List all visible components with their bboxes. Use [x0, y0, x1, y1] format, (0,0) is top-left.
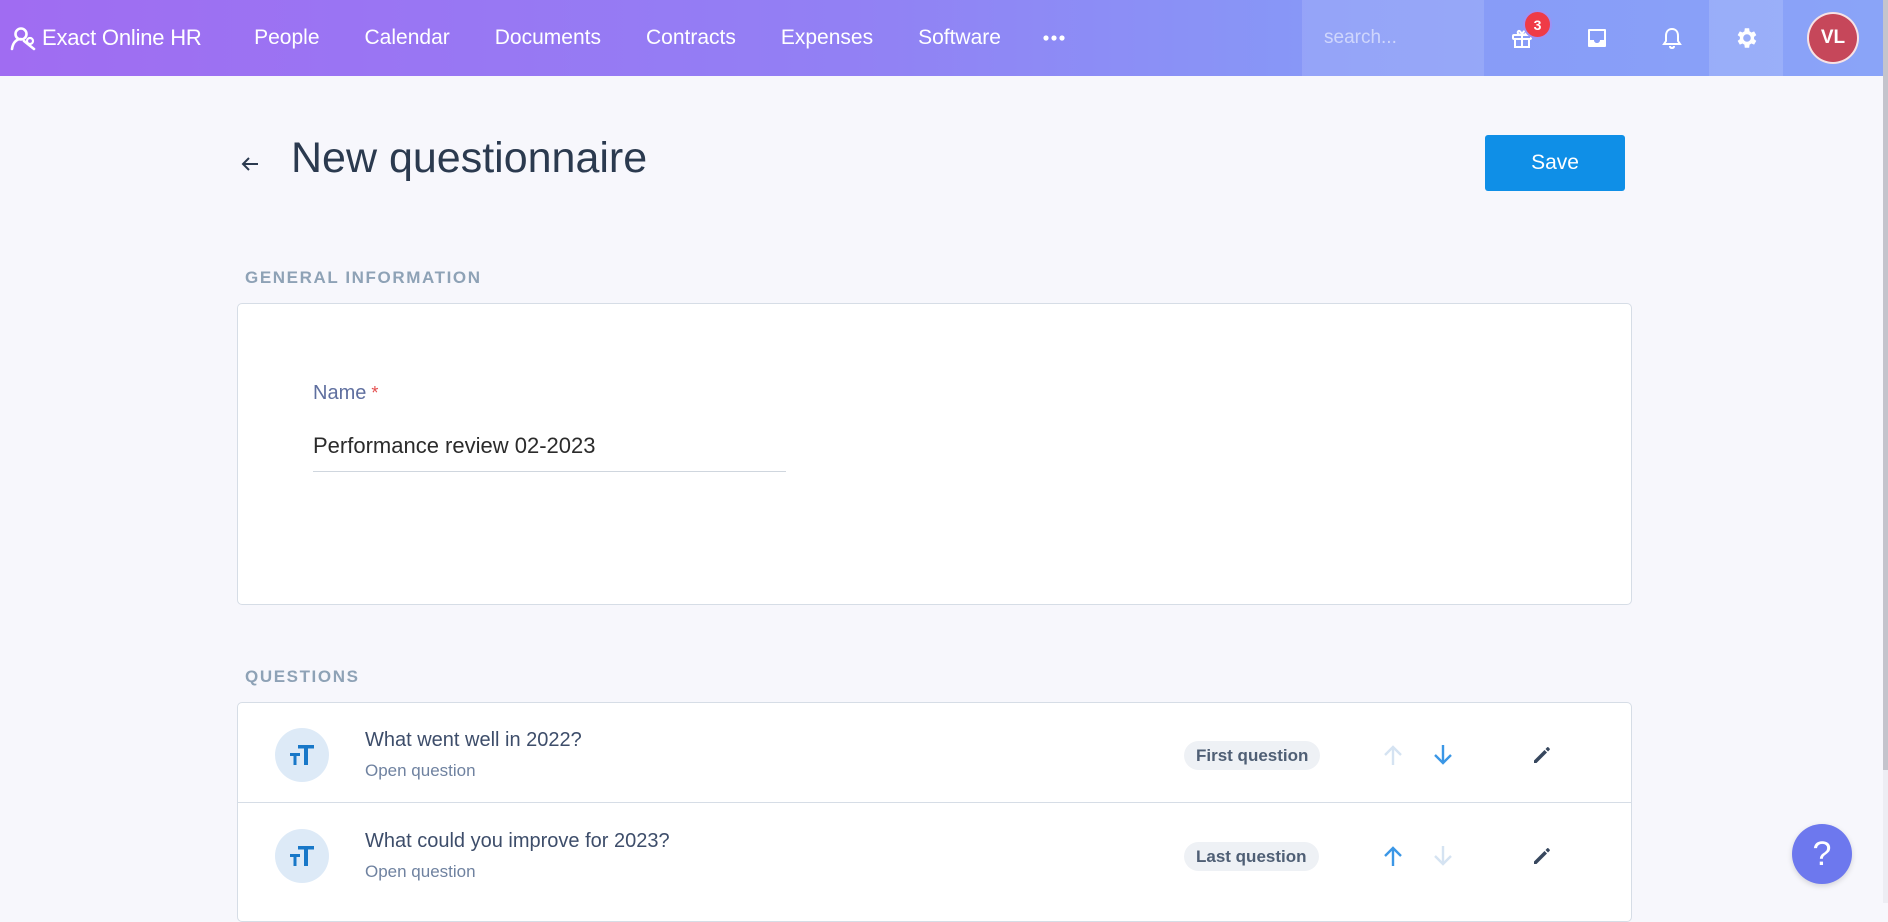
- nav-calendar[interactable]: Calendar: [342, 0, 472, 76]
- notifications-button[interactable]: [1634, 0, 1709, 76]
- arrow-down-icon: [1434, 745, 1452, 765]
- page-title: New questionnaire: [291, 134, 648, 182]
- settings-button[interactable]: [1709, 0, 1783, 76]
- save-button[interactable]: Save: [1485, 135, 1625, 191]
- question-type: Open question: [365, 761, 476, 780]
- text-size-icon: [275, 728, 329, 782]
- question-title: What could you improve for 2023?: [365, 830, 670, 852]
- brand-name: Exact Online HR: [42, 25, 202, 50]
- gifts-button[interactable]: 3: [1484, 0, 1559, 76]
- name-label-text: Name: [313, 382, 367, 404]
- main-nav: People Calendar Documents Contracts Expe…: [232, 0, 1086, 76]
- nav-people[interactable]: People: [232, 0, 342, 76]
- scrollbar-thumb[interactable]: [1883, 0, 1888, 770]
- move-up-button[interactable]: [1378, 841, 1408, 871]
- pencil-icon: [1534, 848, 1550, 864]
- notification-count-badge: 3: [1523, 10, 1552, 39]
- inbox-icon: [1587, 29, 1606, 47]
- topbar-actions: 3 VL: [1302, 0, 1883, 76]
- avatar: VL: [1807, 12, 1859, 64]
- arrow-left-icon: [241, 157, 258, 171]
- gear-icon: [1737, 28, 1757, 48]
- brand-logo[interactable]: Exact Online HR: [0, 0, 232, 76]
- more-horizontal-icon: [1043, 35, 1066, 41]
- edit-question-button[interactable]: [1527, 740, 1557, 770]
- move-up-button[interactable]: [1378, 740, 1408, 770]
- required-marker: *: [371, 383, 379, 403]
- search-box: [1302, 0, 1484, 76]
- question-row[interactable]: What could you improve for 2023? Open qu…: [238, 804, 1631, 904]
- user-menu[interactable]: VL: [1783, 0, 1883, 76]
- top-navigation-bar: Exact Online HR People Calendar Document…: [0, 0, 1883, 76]
- questions-heading: QUESTIONS: [245, 667, 360, 686]
- arrow-down-icon: [1434, 846, 1452, 866]
- pencil-icon: [1534, 747, 1550, 763]
- arrow-up-icon: [1384, 745, 1402, 765]
- question-title: What went well in 2022?: [365, 729, 582, 751]
- question-position-badge: Last question: [1184, 842, 1319, 871]
- question-position-badge: First question: [1184, 741, 1321, 770]
- edit-question-button[interactable]: [1527, 841, 1557, 871]
- nav-contracts[interactable]: Contracts: [623, 0, 758, 76]
- name-input[interactable]: [313, 420, 786, 472]
- question-row[interactable]: What went well in 2022? Open question Fi…: [238, 703, 1631, 803]
- help-button[interactable]: ?: [1792, 824, 1852, 884]
- nav-expenses[interactable]: Expenses: [758, 0, 895, 76]
- exact-logo-icon: [10, 27, 36, 51]
- search-input[interactable]: [1324, 27, 1474, 49]
- move-down-button[interactable]: [1428, 740, 1458, 770]
- nav-documents[interactable]: Documents: [472, 0, 623, 76]
- nav-software[interactable]: Software: [896, 0, 1024, 76]
- inbox-button[interactable]: [1559, 0, 1634, 76]
- questions-card: What went well in 2022? Open question Fi…: [237, 702, 1632, 922]
- nav-more-button[interactable]: [1023, 0, 1085, 76]
- back-button[interactable]: [236, 150, 264, 178]
- name-field-label: Name *: [313, 382, 378, 405]
- general-information-card: Name *: [237, 303, 1632, 605]
- text-size-icon: [275, 829, 329, 883]
- general-information-heading: GENERAL INFORMATION: [245, 268, 482, 287]
- question-type: Open question: [365, 862, 476, 881]
- move-down-button[interactable]: [1428, 841, 1458, 871]
- bell-icon: [1661, 27, 1682, 50]
- arrow-up-icon: [1384, 846, 1402, 866]
